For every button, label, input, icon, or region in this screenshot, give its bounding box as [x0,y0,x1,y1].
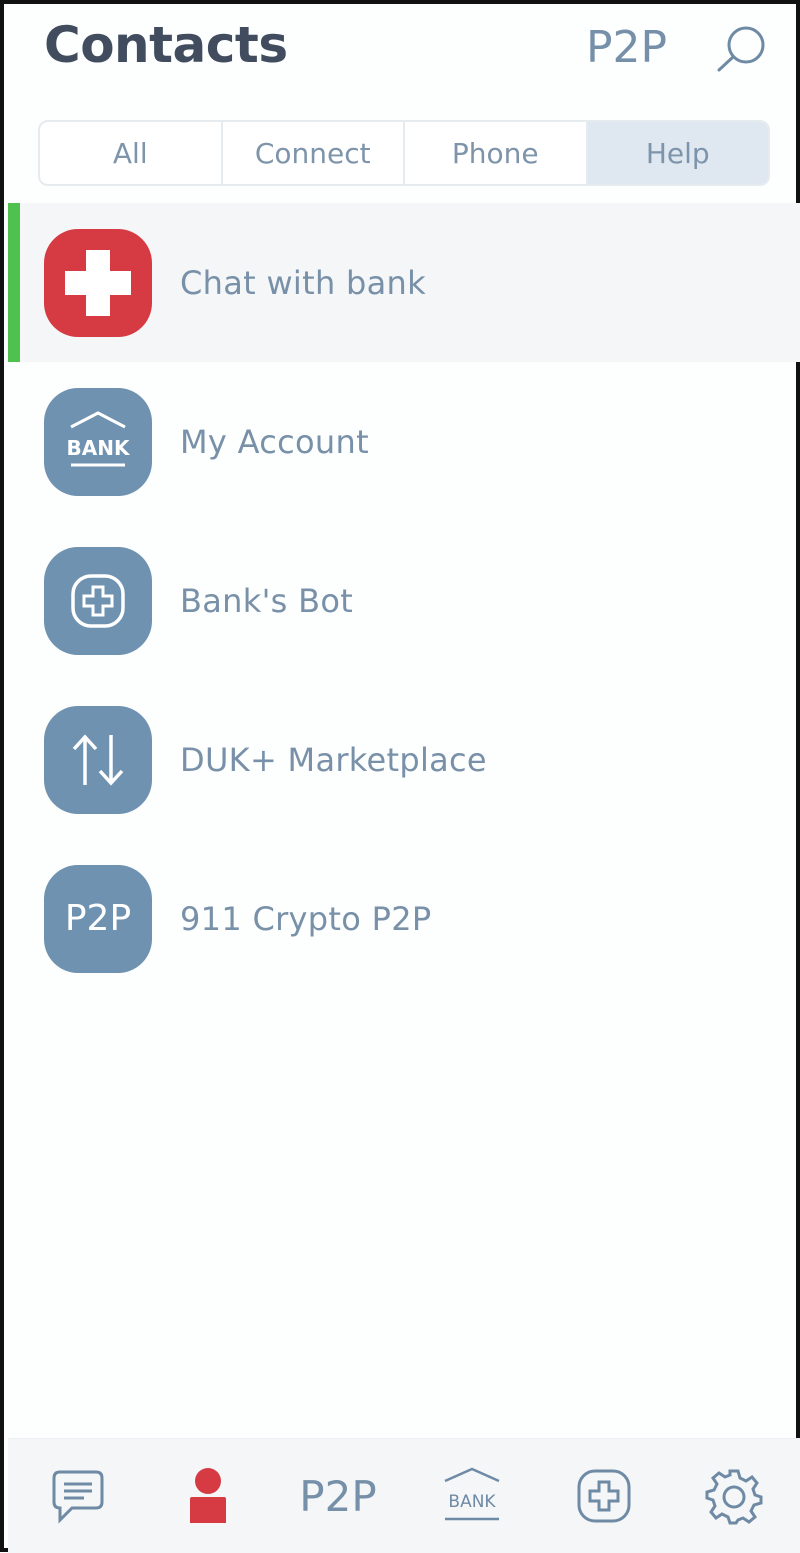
svg-text:BANK: BANK [67,436,131,460]
page-title: Contacts [44,16,288,74]
nav-contacts[interactable] [174,1439,242,1553]
nav-chat[interactable] [44,1439,112,1553]
contact-avatar [44,546,152,655]
contact-label: Bank's Bot [180,581,354,620]
nav-bank[interactable]: BANK [436,1439,508,1553]
tab-phone[interactable]: Phone [405,122,588,184]
contact-row-chat-with-bank[interactable]: Chat with bank [8,203,800,362]
search-icon [717,26,765,72]
contact-avatar: BANK [44,387,152,496]
contact-row-duk-marketplace[interactable]: DUK+ Marketplace [8,680,800,839]
bank-icon: BANK [67,410,131,466]
tab-help[interactable]: Help [587,122,768,184]
chat-bubble-icon [52,1470,104,1524]
contact-label: DUK+ Marketplace [180,740,487,779]
transfer-arrows-icon [72,733,124,786]
contact-label: 911 Crypto P2P [180,899,432,938]
search-button[interactable] [712,22,772,78]
tab-connect[interactable]: Connect [223,122,405,184]
nav-help[interactable] [570,1439,638,1553]
tab-all[interactable]: All [40,122,223,184]
app-screen: Contacts P2P All Connect Phone Help Chat… [0,0,800,1553]
svg-text:BANK: BANK [448,1492,496,1512]
nav-settings[interactable] [700,1439,768,1553]
plus-badge-icon [577,1469,631,1523]
contact-label: Chat with bank [180,263,426,302]
nav-p2p[interactable]: P2P [290,1439,386,1553]
plus-badge-icon [71,573,125,628]
p2p-icon: P2P [64,898,132,939]
contact-row-my-account[interactable]: BANK My Account [8,362,800,521]
filter-tabs: All Connect Phone Help [38,120,770,186]
bottom-navigation: P2P BANK [8,1438,800,1553]
contact-row-911-crypto-p2p[interactable]: P2P 911 Crypto P2P [8,839,800,998]
contact-list: Chat with bank BANK My Account Bank's Bo… [8,203,800,998]
contact-avatar: P2P [44,864,152,973]
contact-avatar [44,705,152,814]
medical-cross-icon [65,249,131,316]
p2p-header-button[interactable]: P2P [586,22,667,73]
gear-icon [705,1469,763,1525]
contact-row-banks-bot[interactable]: Bank's Bot [8,521,800,680]
person-icon [190,1468,226,1523]
contact-label: My Account [180,422,369,461]
bank-icon: BANK [444,1467,500,1521]
contact-avatar [44,228,152,337]
